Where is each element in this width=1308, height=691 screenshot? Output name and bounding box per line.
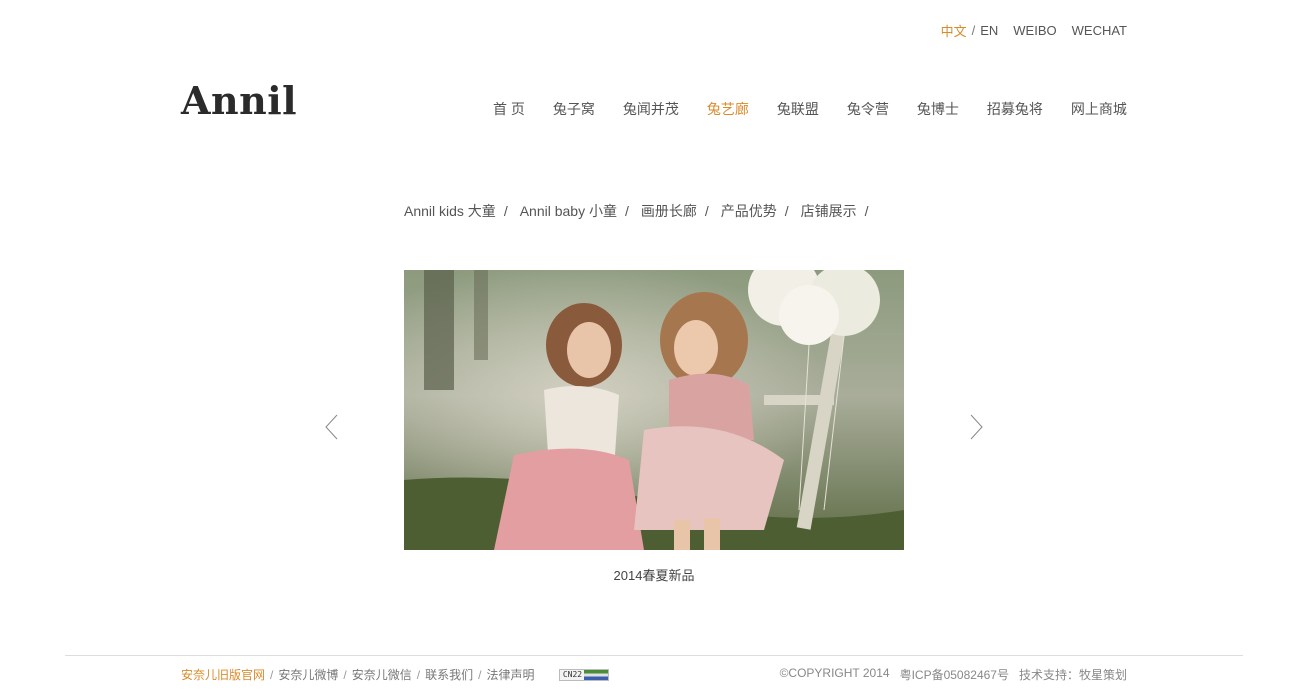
girls-photo — [404, 270, 904, 550]
badge-flag-icon — [584, 669, 609, 680]
icp-text[interactable]: 粤ICP备05082467号 — [900, 666, 1009, 683]
weibo-link[interactable]: WEIBO — [1013, 23, 1056, 38]
subnav-item-baby[interactable]: Annil baby 小童 / — [520, 201, 629, 221]
copyright-text: ©COPYRIGHT 2014 — [779, 666, 890, 680]
subnav-item-label: Annil baby 小童 — [519, 203, 617, 219]
footer-link-legal[interactable]: 法律声明 — [486, 666, 534, 683]
slider-next-button[interactable] — [968, 414, 984, 440]
subnav-item-label: 产品优势 — [720, 203, 777, 219]
nav-item-news[interactable]: 兔闻并茂 — [617, 99, 685, 119]
subnav-item-kids[interactable]: Annil kids 大童 / — [404, 201, 508, 221]
subnav-item-album[interactable]: 画册长廊 / — [641, 201, 709, 221]
nav-item-shop[interactable]: 网上商城 — [1065, 99, 1133, 119]
footer-copyright: ©COPYRIGHT 2014 粤ICP备05082467号 技术支持：牧星策划 — [770, 666, 1127, 683]
subnav-separator: / — [704, 203, 709, 219]
cnzz-badge[interactable]: CN22 — [559, 668, 610, 681]
nav-item-recruit[interactable]: 招募兔将 — [981, 99, 1049, 119]
slider-image[interactable] — [404, 270, 904, 550]
footer-separator: / — [270, 667, 274, 682]
nav-item-camp[interactable]: 兔令营 — [841, 99, 895, 119]
badge-text: CN22 — [560, 669, 585, 680]
nav-item-doctor[interactable]: 兔博士 — [911, 99, 965, 119]
annil-logo[interactable]: Annil — [181, 78, 297, 123]
slider-prev-button[interactable] — [324, 414, 340, 440]
footer-separator: / — [343, 667, 347, 682]
subnav-separator: / — [864, 203, 869, 219]
subnav-separator: / — [624, 203, 629, 219]
lang-zh-link[interactable]: 中文 — [941, 21, 967, 40]
lang-separator: / — [971, 23, 976, 38]
subnav-item-label: 店铺展示 — [800, 203, 857, 219]
nav-item-rabbit-nest[interactable]: 兔子窝 — [547, 99, 601, 119]
slider-caption: 2014春夏新品 — [613, 568, 695, 583]
footer-link-wechat[interactable]: 安奈儿微信 — [352, 666, 412, 683]
footer-link-weibo[interactable]: 安奈儿微博 — [278, 666, 338, 683]
nav-item-alliance[interactable]: 兔联盟 — [771, 99, 825, 119]
chevron-left-icon — [325, 414, 338, 440]
top-bar: 中文 / EN WEIBO WECHAT — [941, 21, 1127, 40]
footer-divider — [65, 655, 1243, 656]
wechat-link[interactable]: WECHAT — [1072, 23, 1127, 38]
footer-separator: / — [416, 667, 421, 682]
tech-support-text[interactable]: 技术支持：牧星策划 — [1019, 666, 1127, 683]
footer-link-contact[interactable]: 联系我们 — [425, 666, 473, 683]
lang-en-link[interactable]: EN — [980, 23, 998, 38]
page: 中文 / EN WEIBO WECHAT Annil 首 页 兔子窝 兔闻并茂 … — [0, 0, 1308, 691]
footer-link-old-site[interactable]: 安奈儿旧版官网 — [181, 666, 265, 683]
chevron-right-icon — [970, 414, 983, 440]
subnav-separator: / — [503, 203, 508, 219]
nav-item-home[interactable]: 首 页 — [487, 99, 531, 119]
nav-item-gallery[interactable]: 兔艺廊 — [701, 99, 755, 119]
sub-nav: Annil kids 大童 / Annil baby 小童 / 画册长廊 / 产品优势… — [404, 201, 881, 221]
subnav-item-stores[interactable]: 店铺展示 / — [801, 201, 869, 221]
subnav-item-advantages[interactable]: 产品优势 / — [721, 201, 789, 221]
subnav-separator: / — [784, 203, 789, 219]
footer-links: 安奈儿旧版官网 / 安奈儿微博 / 安奈儿微信 / 联系我们 / 法律声明 CN… — [181, 666, 610, 683]
main-nav: 首 页 兔子窝 兔闻并茂 兔艺廊 兔联盟 兔令营 兔博士 招募兔将 网上商城 — [487, 99, 1133, 119]
subnav-item-label: Annil kids 大童 — [404, 203, 496, 219]
footer-separator: / — [478, 667, 482, 682]
subnav-item-label: 画册长廊 — [640, 203, 697, 219]
